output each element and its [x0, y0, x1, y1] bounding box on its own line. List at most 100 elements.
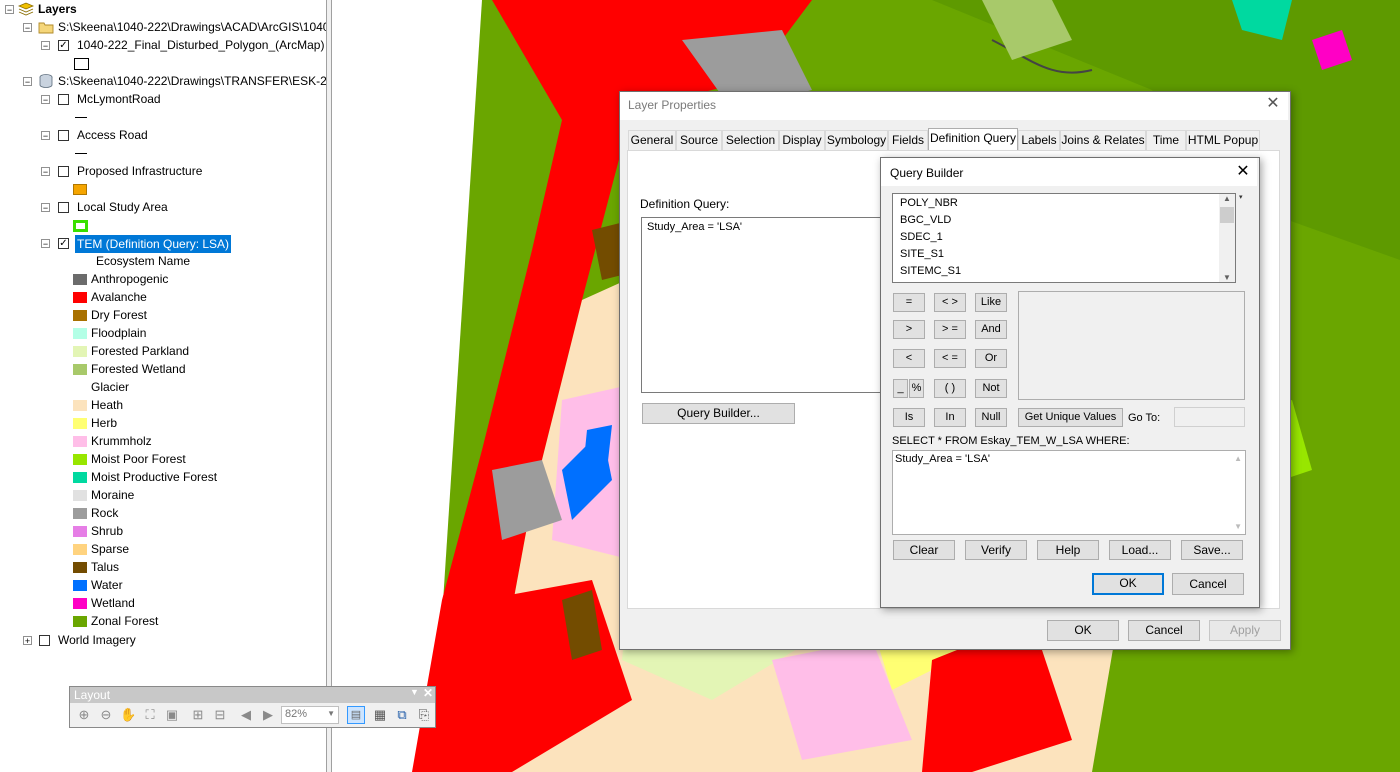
- dropdown-arrow-icon[interactable]: ▾: [1239, 193, 1243, 201]
- focus-data-frame-icon[interactable]: ▦: [372, 707, 388, 723]
- collapse-toggle[interactable]: −: [41, 41, 50, 51]
- folder-path-2[interactable]: S:\Skeena\1040-222\Drawings\TRANSFER\ESK…: [58, 72, 344, 90]
- zoom-100-icon[interactable]: ▣: [164, 707, 180, 723]
- op-percent-button[interactable]: %: [909, 379, 924, 398]
- layer-visibility-checkbox[interactable]: [58, 94, 69, 105]
- layer-visibility-checkbox[interactable]: [58, 166, 69, 177]
- expand-toggle[interactable]: +: [23, 636, 32, 646]
- qb-ok-button[interactable]: OK: [1092, 573, 1164, 595]
- op-is-button[interactable]: Is: [893, 408, 925, 427]
- tab-general[interactable]: General: [628, 130, 676, 150]
- field-item[interactable]: SITEMC_S1: [900, 263, 961, 280]
- clear-button[interactable]: Clear: [893, 540, 955, 560]
- field-item[interactable]: BGC_VLD: [900, 212, 951, 229]
- op-parens-button[interactable]: ( ): [934, 379, 966, 398]
- field-item[interactable]: SDEC_1: [900, 229, 943, 246]
- go-to-input[interactable]: [1174, 407, 1245, 427]
- fixed-zoom-out-icon[interactable]: ⊟: [212, 707, 228, 723]
- tab-fields[interactable]: Fields: [888, 130, 928, 150]
- close-icon[interactable]: ✕: [1235, 163, 1251, 181]
- op-in-button[interactable]: In: [934, 408, 966, 427]
- layer-tem-selected[interactable]: TEM (Definition Query: LSA): [75, 235, 232, 253]
- unique-values-listbox[interactable]: [1018, 291, 1245, 400]
- expression-textbox[interactable]: Study_Area = 'LSA' ▲ ▼: [892, 450, 1246, 535]
- listbox-scrollbar[interactable]: ▲ ▼: [1219, 194, 1235, 282]
- tab-html-popup[interactable]: HTML Popup: [1186, 130, 1260, 150]
- zoom-combobox[interactable]: 82% ▼: [281, 706, 339, 724]
- data-driven-pages-icon[interactable]: ⎘: [416, 707, 432, 723]
- collapse-toggle[interactable]: −: [23, 77, 32, 87]
- forward-extent-icon[interactable]: ▶: [260, 707, 276, 723]
- toggle-draft-mode-icon[interactable]: ▤: [347, 706, 365, 724]
- tab-labels[interactable]: Labels: [1018, 130, 1060, 150]
- op-underscore-button[interactable]: _: [893, 379, 908, 398]
- verify-button[interactable]: Verify: [965, 540, 1027, 560]
- layer-proposed-infrastructure[interactable]: Proposed Infrastructure: [77, 162, 202, 180]
- op-like-button[interactable]: Like: [975, 293, 1007, 312]
- collapse-toggle[interactable]: −: [41, 131, 50, 141]
- op-null-button[interactable]: Null: [975, 408, 1007, 427]
- close-icon[interactable]: ✕: [423, 686, 433, 700]
- collapse-toggle[interactable]: −: [41, 239, 50, 249]
- layer-visibility-checkbox[interactable]: [39, 635, 50, 646]
- close-icon[interactable]: ✕: [1265, 95, 1281, 113]
- op-greater-equal-button[interactable]: > =: [934, 320, 966, 339]
- op-less-button[interactable]: <: [893, 349, 925, 368]
- chevron-up-icon[interactable]: ▲: [1234, 454, 1242, 463]
- help-button[interactable]: Help: [1037, 540, 1099, 560]
- load-button[interactable]: Load...: [1109, 540, 1171, 560]
- layer-visibility-checkbox[interactable]: ✓: [58, 40, 69, 51]
- pan-icon[interactable]: ✋: [120, 707, 136, 723]
- zoom-whole-page-icon[interactable]: ⛶: [142, 707, 158, 723]
- op-greater-button[interactable]: >: [893, 320, 925, 339]
- chevron-down-icon[interactable]: ▼: [327, 709, 335, 718]
- tab-definition-query[interactable]: Definition Query: [928, 128, 1018, 150]
- layer-local-study-area[interactable]: Local Study Area: [77, 198, 168, 216]
- chevron-up-icon[interactable]: ▲: [1219, 194, 1235, 203]
- chevron-down-icon[interactable]: ▼: [1234, 522, 1242, 531]
- get-unique-values-button[interactable]: Get Unique Values: [1018, 408, 1123, 427]
- ok-button[interactable]: OK: [1047, 620, 1119, 641]
- collapse-toggle[interactable]: −: [23, 23, 32, 33]
- collapse-toggle[interactable]: −: [41, 95, 50, 105]
- op-equals-button[interactable]: =: [893, 293, 925, 312]
- chevron-down-icon[interactable]: ▼: [1219, 273, 1235, 282]
- dropdown-arrow-icon[interactable]: ▼: [410, 687, 419, 697]
- query-builder-button[interactable]: Query Builder...: [642, 403, 795, 424]
- zoom-in-icon[interactable]: ⊕: [76, 707, 92, 723]
- layer-visibility-checkbox[interactable]: [58, 202, 69, 213]
- op-not-equal-button[interactable]: < >: [934, 293, 966, 312]
- back-extent-icon[interactable]: ◀: [238, 707, 254, 723]
- change-layout-icon[interactable]: ⧉: [394, 707, 410, 723]
- op-less-equal-button[interactable]: < =: [934, 349, 966, 368]
- qb-cancel-button[interactable]: Cancel: [1172, 573, 1244, 595]
- field-item[interactable]: SITE_S1: [900, 246, 944, 263]
- op-and-button[interactable]: And: [975, 320, 1007, 339]
- layers-root-label[interactable]: Layers: [38, 0, 77, 18]
- layer-final-disturbed[interactable]: 1040-222_Final_Disturbed_Polygon_(ArcMap…: [77, 36, 324, 54]
- layer-access-road[interactable]: Access Road: [77, 126, 148, 144]
- layer-mclymont[interactable]: McLymontRoad: [77, 90, 161, 108]
- tab-symbology[interactable]: Symbology: [825, 130, 888, 150]
- definition-query-textbox[interactable]: Study_Area = 'LSA': [641, 217, 881, 393]
- op-not-button[interactable]: Not: [975, 379, 1007, 398]
- fixed-zoom-in-icon[interactable]: ⊞: [190, 707, 206, 723]
- cancel-button[interactable]: Cancel: [1128, 620, 1200, 641]
- op-or-button[interactable]: Or: [975, 349, 1007, 368]
- folder-path-1[interactable]: S:\Skeena\1040-222\Drawings\ACAD\ArcGIS\…: [58, 18, 333, 36]
- zoom-out-icon[interactable]: ⊖: [98, 707, 114, 723]
- layer-visibility-checkbox[interactable]: [58, 130, 69, 141]
- fields-listbox[interactable]: POLY_NBR BGC_VLD SDEC_1 SITE_S1 SITEMC_S…: [892, 193, 1236, 283]
- toolbar-title-bar[interactable]: Layout ▼ ✕: [70, 686, 435, 703]
- tab-selection[interactable]: Selection: [722, 130, 779, 150]
- save-button[interactable]: Save...: [1181, 540, 1243, 560]
- layer-visibility-checkbox[interactable]: ✓: [58, 238, 69, 249]
- collapse-toggle[interactable]: −: [41, 167, 50, 177]
- tab-joins-relates[interactable]: Joins & Relates: [1060, 130, 1146, 150]
- scroll-thumb[interactable]: [1220, 207, 1234, 223]
- collapse-toggle[interactable]: −: [5, 5, 14, 15]
- tab-source[interactable]: Source: [676, 130, 722, 150]
- tab-time[interactable]: Time: [1146, 130, 1186, 150]
- field-item[interactable]: POLY_NBR: [900, 195, 958, 212]
- collapse-toggle[interactable]: −: [41, 203, 50, 213]
